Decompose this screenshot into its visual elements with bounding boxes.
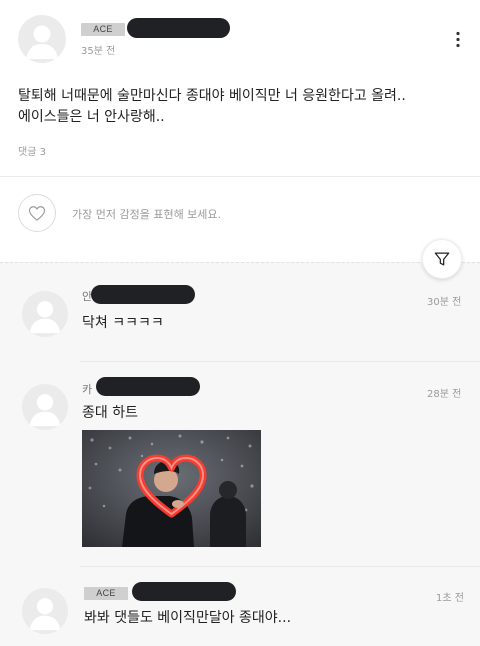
heart-balloon-photo — [82, 430, 261, 547]
reaction-heart-button[interactable] — [18, 194, 56, 232]
comment-timestamp: 30분 전 — [427, 297, 462, 308]
dashed-separator — [0, 262, 480, 263]
comment-filter-button[interactable] — [422, 239, 462, 279]
comment-text: 닥쳐 ㅋㅋㅋㅋ — [82, 315, 164, 331]
redacted-commenter-name — [132, 582, 236, 601]
filter-funnel-icon — [434, 252, 450, 266]
comment-text: 봐봐 댓들도 베이직만달아 종대야... — [84, 610, 292, 626]
default-user-avatar-icon — [29, 598, 61, 631]
post-content-line-2: 에이스들은 너 안사랑해.. — [18, 109, 165, 125]
commenter-avatar[interactable] — [22, 291, 68, 337]
comment-timestamp: 28분 전 — [427, 389, 462, 400]
commenter-name-prefix: 카 — [82, 383, 93, 396]
post-author-avatar[interactable] — [18, 15, 66, 63]
comment-count[interactable]: 댓글 3 — [18, 143, 46, 158]
comment-timestamp: 1초 전 — [436, 593, 464, 604]
heart-outline-icon — [28, 206, 46, 221]
default-user-avatar-icon — [29, 394, 61, 427]
redacted-commenter-name — [96, 377, 200, 396]
comment-divider — [80, 361, 480, 362]
divider — [0, 176, 480, 177]
comment-divider — [80, 566, 480, 567]
post-timestamp: 35분 전 — [81, 46, 116, 57]
more-vertical-icon — [456, 31, 460, 48]
author-level-badge: ACE — [81, 23, 125, 36]
comment-attached-photo[interactable] — [82, 430, 261, 547]
post-content-line-1: 탈퇴해 너때문에 술만마신다 종대야 베이직만 너 응원한다고 올려.. — [18, 88, 406, 104]
commenter-avatar[interactable] — [22, 384, 68, 430]
more-options-button[interactable] — [450, 30, 466, 50]
redacted-author-name — [127, 18, 230, 38]
commenter-avatar[interactable] — [22, 588, 68, 634]
default-user-avatar-icon — [26, 25, 58, 59]
reaction-prompt[interactable]: 가장 먼저 감정을 표현해 보세요. — [72, 206, 221, 222]
default-user-avatar-icon — [29, 301, 61, 334]
comment-text: 종대 하트 — [82, 405, 138, 421]
redacted-commenter-name — [91, 285, 195, 304]
commenter-level-badge: ACE — [84, 587, 128, 600]
